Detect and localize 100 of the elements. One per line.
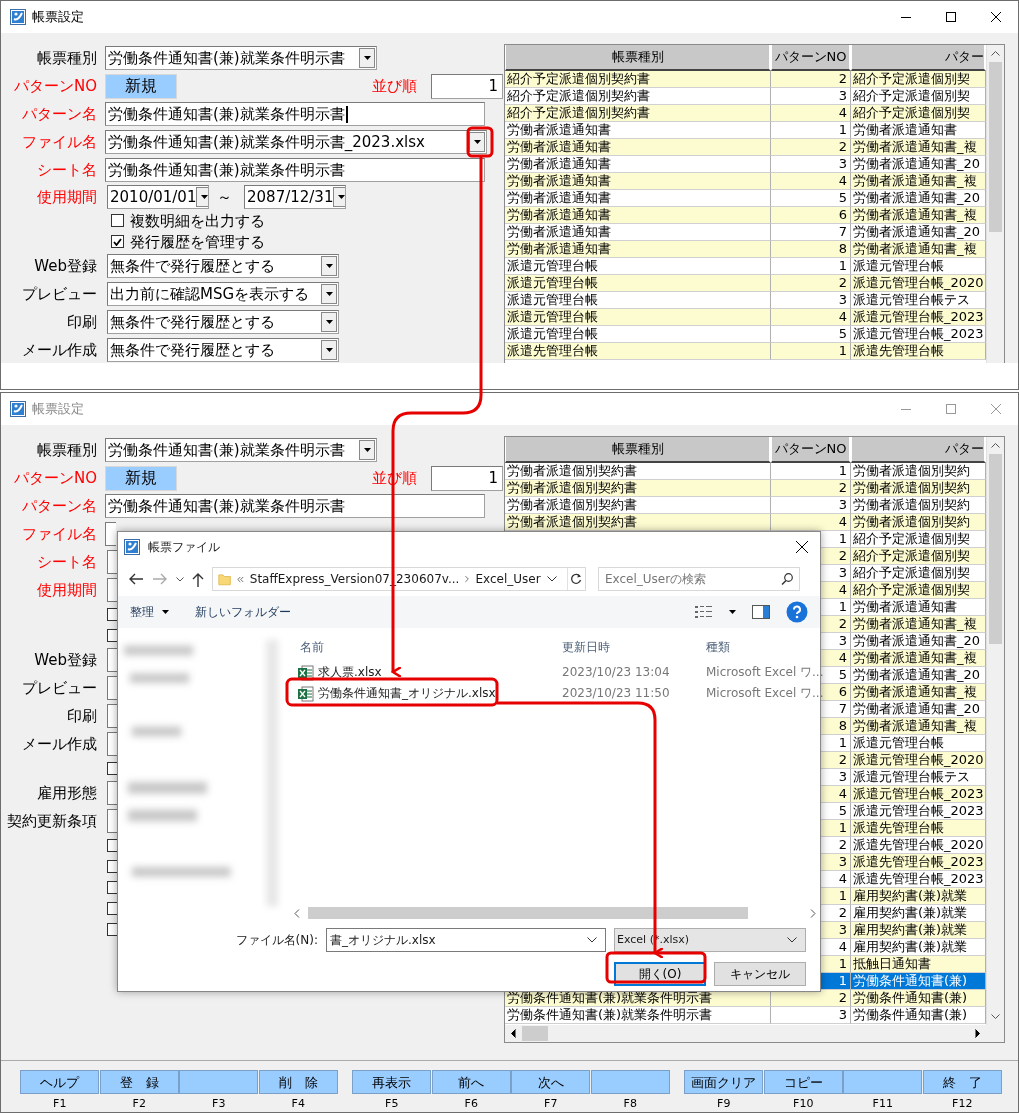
toolbar-button[interactable]: 整理 <box>130 604 169 620</box>
text-input[interactable]: 労働条件通知書(兼)就業条件明示書 <box>105 102 485 126</box>
function-button[interactable] <box>179 1070 259 1094</box>
column-header[interactable]: 帳票種別 <box>505 45 771 71</box>
table-row[interactable]: 派遣元管理台帳 4 派遣元管理台帳_2023 <box>505 309 986 326</box>
table-row[interactable]: 労働者派遣通知書 4 労働者派遣通知書_複 <box>505 173 986 190</box>
checkbox[interactable] <box>111 235 124 248</box>
table-row[interactable]: 紹介予定派遣個別契約書 4 紹介予定派遣個別契 <box>505 105 986 122</box>
dialog-title: 帳票ファイル <box>148 539 220 555</box>
file-field[interactable]: 労働条件通知書(兼)就業条件明示書_2023.xlsx <box>105 130 487 154</box>
table-row[interactable]: 労働者派遣個別契約書 2 労働者派遣個別契約 <box>505 480 986 497</box>
order-input[interactable]: 1 <box>431 73 503 99</box>
caret-icon <box>162 610 169 614</box>
table-row[interactable]: 派遣元管理台帳 2 派遣元管理台帳_2020 <box>505 275 986 292</box>
caret-icon <box>200 195 208 199</box>
function-button[interactable]: ヘルプ <box>20 1070 100 1094</box>
scroll-right-icon[interactable] <box>975 1029 980 1038</box>
path-segment[interactable]: Excel_User <box>475 571 541 587</box>
column-header[interactable]: パター <box>851 437 986 463</box>
chevron-down-icon[interactable] <box>546 576 557 582</box>
search-field[interactable]: Excel_Userの検索 <box>598 567 800 591</box>
scroll-left-icon[interactable] <box>511 1029 516 1038</box>
function-button[interactable]: 次へ <box>511 1070 591 1094</box>
help-icon[interactable] <box>786 601 808 623</box>
function-button[interactable]: 削 除 <box>258 1070 338 1094</box>
view-options-icon[interactable] <box>695 605 713 619</box>
function-button[interactable] <box>843 1070 923 1094</box>
table-row[interactable]: 紹介予定派遣個別契約書 2 紹介予定派遣個別契 <box>505 71 986 88</box>
function-button[interactable]: 終 了 <box>922 1070 1002 1094</box>
dropdown-field[interactable]: 無条件で発行履歴とする <box>107 338 339 362</box>
up-arrow-icon[interactable] <box>192 571 204 587</box>
scroll-down-icon[interactable] <box>991 1014 1000 1019</box>
preview-pane-icon[interactable] <box>752 605 770 619</box>
check-icon <box>113 237 122 246</box>
text-input[interactable]: 労働条件通知書(兼)就業条件明示書 <box>105 494 485 518</box>
highlight-frame <box>466 126 494 158</box>
field-label: プレビュー <box>21 679 98 697</box>
table-row[interactable]: 労働者派遣個別契約書 4 労働者派遣個別契約 <box>505 514 986 531</box>
text-input[interactable]: 労働条件通知書(兼)就業条件明示書 <box>105 158 485 182</box>
file-item[interactable]: 労働条件通知書_オリジナル.xlsx <box>294 685 556 702</box>
dropdown-field[interactable]: 無条件で発行履歴とする <box>107 254 339 278</box>
field-label: パターン名 <box>21 497 98 515</box>
dropdown-field[interactable]: 無条件で発行履歴とする <box>107 310 339 334</box>
key-label: F9 <box>717 1097 731 1111</box>
table-row[interactable]: 派遣先管理台帳 1 派遣先管理台帳 <box>505 343 986 360</box>
back-arrow-icon[interactable] <box>128 573 144 585</box>
scroll-up-icon[interactable] <box>991 443 1000 448</box>
column-header[interactable]: パター <box>851 45 986 71</box>
date-field[interactable]: 2010/01/01 <box>107 185 209 209</box>
chevron-right-icon <box>465 575 470 583</box>
field-label: ファイル名 <box>21 525 98 543</box>
dropdown-field[interactable]: 労働条件通知書(兼)就業条件明示書 <box>105 46 377 70</box>
table-row[interactable]: 労働条件通知書(兼)就業条件明示書 3 労働条件通知書(兼) <box>505 1007 986 1024</box>
table-cell: 労働者派遣通知書 <box>505 173 771 190</box>
window-title: 帳票設定 <box>32 9 84 25</box>
column-header[interactable]: パターンNO <box>771 45 851 71</box>
date-field[interactable]: 2087/12/31 <box>244 185 346 209</box>
function-button[interactable]: コピー <box>763 1070 843 1094</box>
open-button[interactable]: 開く(O) <box>614 962 706 986</box>
field-label: 使用期間 <box>36 188 98 206</box>
key-label: F1 <box>53 1097 67 1111</box>
function-button[interactable] <box>590 1070 670 1094</box>
function-button[interactable]: 画面クリア <box>684 1070 764 1094</box>
table-cell: 3 <box>771 1007 851 1024</box>
column-header[interactable]: 名前 <box>294 639 556 654</box>
field-label: 雇用形態 <box>36 784 98 802</box>
table-row[interactable]: 労働者派遣通知書 8 労働者派遣通知書_複 <box>505 241 986 258</box>
caret-icon <box>337 195 345 199</box>
scrollbar[interactable] <box>986 437 1004 1025</box>
order-input[interactable]: 1 <box>431 465 503 491</box>
table-cell: 4 <box>771 173 851 190</box>
chevron-down-icon[interactable] <box>176 576 184 582</box>
horizontal-scrollbar[interactable] <box>505 1025 1004 1042</box>
table-row[interactable]: 労働者派遣通知書 6 労働者派遣通知書_複 <box>505 207 986 224</box>
scrollbar-thumb[interactable] <box>308 907 748 919</box>
toolbar-button[interactable]: 新しいフォルダー <box>195 604 291 620</box>
column-header[interactable]: 更新日時 <box>556 639 700 654</box>
key-label: F10 <box>793 1097 814 1111</box>
scrollbar[interactable] <box>986 45 1004 363</box>
table-cell: 労働条件通知書(兼)就業条件明示書 <box>505 1007 771 1024</box>
scrollbar-thumb[interactable] <box>989 62 1002 232</box>
column-header[interactable]: 帳票種別 <box>505 437 771 463</box>
scrollbar-thumb[interactable] <box>522 1026 548 1041</box>
dropdown-field[interactable]: 労働条件通知書(兼)就業条件明示書 <box>105 438 377 462</box>
column-header[interactable]: パターンNO <box>771 437 851 463</box>
file-item[interactable]: 求人票.xlsx <box>294 664 556 681</box>
checkbox[interactable] <box>111 214 124 227</box>
scroll-up-icon[interactable] <box>991 51 1000 56</box>
function-button[interactable]: 再表示 <box>352 1070 432 1094</box>
scrollbar-thumb[interactable] <box>989 454 1002 644</box>
table-row[interactable]: 労働者派遣通知書 2 労働者派遣通知書_複 <box>505 139 986 156</box>
key-label: F12 <box>952 1097 973 1111</box>
cancel-button[interactable]: キャンセル <box>714 962 806 986</box>
forward-arrow-icon[interactable] <box>152 573 168 585</box>
function-button[interactable]: 前へ <box>431 1070 511 1094</box>
filename-input[interactable]: 書_オリジナル.xlsx <box>326 928 606 952</box>
field-label: パターン名 <box>21 105 98 123</box>
key-label: F4 <box>291 1097 305 1111</box>
function-button[interactable]: 登 録 <box>99 1070 179 1094</box>
dropdown-field[interactable]: 出力前に確認MSGを表示する <box>107 282 339 306</box>
